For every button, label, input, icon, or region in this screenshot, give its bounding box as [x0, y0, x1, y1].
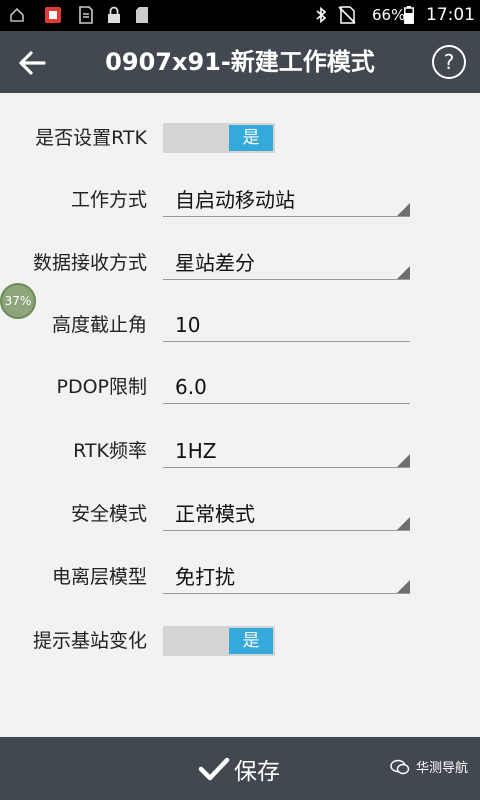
row-base-change: 提示基站变化 是	[0, 610, 480, 672]
base-change-toggle-on: 是	[229, 628, 273, 654]
row-cutoff-angle: 高度截止角 10	[0, 294, 480, 356]
base-change-label: 提示基站变化	[32, 630, 147, 652]
pdop-input[interactable]: 6.0	[163, 356, 410, 418]
dropdown-arrow-icon	[397, 203, 410, 216]
cutoff-angle-label: 高度截止角	[51, 314, 147, 336]
safety-mode-value: 正常模式	[175, 502, 255, 526]
row-pdop: PDOP限制 6.0	[0, 356, 480, 418]
notification-icon	[10, 7, 24, 22]
dropdown-arrow-icon	[397, 580, 410, 593]
rtk-setting-toggle-on: 是	[229, 125, 273, 151]
app-bar: 0907x91-新建工作模式 ?	[0, 31, 480, 93]
app-notification-icon	[45, 7, 61, 23]
rtk-freq-select[interactable]: 1HZ	[163, 420, 410, 482]
bluetooth-icon	[316, 6, 327, 24]
row-work-mode: 工作方式 自启动移动站	[0, 169, 480, 231]
data-receive-value: 星站差分	[175, 251, 255, 275]
no-sim-icon	[338, 6, 356, 24]
sd-card-icon	[136, 7, 148, 23]
page-title: 0907x91-新建工作模式	[105, 48, 375, 76]
help-button[interactable]: ?	[432, 45, 466, 79]
document-icon	[79, 6, 93, 24]
pdop-label: PDOP限制	[56, 376, 147, 398]
safety-mode-select[interactable]: 正常模式	[163, 483, 410, 545]
pdop-value: 6.0	[175, 375, 207, 399]
safety-mode-label: 安全模式	[70, 503, 147, 525]
data-receive-select[interactable]: 星站差分	[163, 232, 410, 294]
save-label: 保存	[234, 758, 280, 785]
row-data-receive: 数据接收方式 星站差分	[0, 232, 480, 294]
cutoff-angle-value: 10	[175, 313, 201, 337]
base-change-toggle[interactable]: 是	[163, 626, 275, 656]
work-mode-select[interactable]: 自启动移动站	[163, 169, 410, 231]
clock: 17:01	[426, 5, 475, 25]
back-arrow-icon	[19, 51, 46, 75]
row-safety-mode: 安全模式 正常模式	[0, 483, 480, 545]
checkmark-icon	[198, 757, 230, 780]
rtk-freq-value: 1HZ	[175, 439, 217, 463]
rtk-freq-label: RTK频率	[73, 440, 147, 462]
bottom-bar: 保存 华测导航	[0, 737, 480, 800]
work-mode-label: 工作方式	[70, 189, 147, 211]
back-button[interactable]	[12, 43, 52, 83]
iono-model-label: 电离层模型	[51, 566, 147, 588]
wechat-icon	[390, 759, 410, 774]
rtk-setting-label: 是否设置RTK	[35, 127, 147, 149]
dropdown-arrow-icon	[397, 266, 410, 279]
floating-percent-badge[interactable]: 37%	[0, 283, 36, 319]
row-rtk-freq: RTK频率 1HZ	[0, 420, 480, 482]
iono-model-select[interactable]: 免打扰	[163, 546, 410, 608]
dropdown-arrow-icon	[397, 454, 410, 467]
save-button[interactable]: 保存	[198, 737, 280, 800]
iono-model-value: 免打扰	[175, 565, 235, 589]
lock-icon	[108, 6, 120, 23]
rtk-setting-toggle[interactable]: 是	[163, 123, 275, 153]
cutoff-angle-input[interactable]: 10	[163, 294, 410, 356]
battery-icon	[404, 6, 414, 24]
work-mode-value: 自启动移动站	[175, 188, 295, 212]
battery-percent: 66%	[372, 6, 406, 24]
row-rtk-setting: 是否设置RTK 是	[0, 107, 480, 169]
help-icon: ?	[443, 50, 455, 74]
data-receive-label: 数据接收方式	[32, 252, 147, 274]
dropdown-arrow-icon	[397, 517, 410, 530]
wechat-watermark: 华测导航	[390, 757, 468, 776]
row-iono-model: 电离层模型 免打扰	[0, 546, 480, 608]
status-bar: 66% 17:01	[0, 0, 480, 31]
watermark-text: 华测导航	[416, 761, 469, 776]
